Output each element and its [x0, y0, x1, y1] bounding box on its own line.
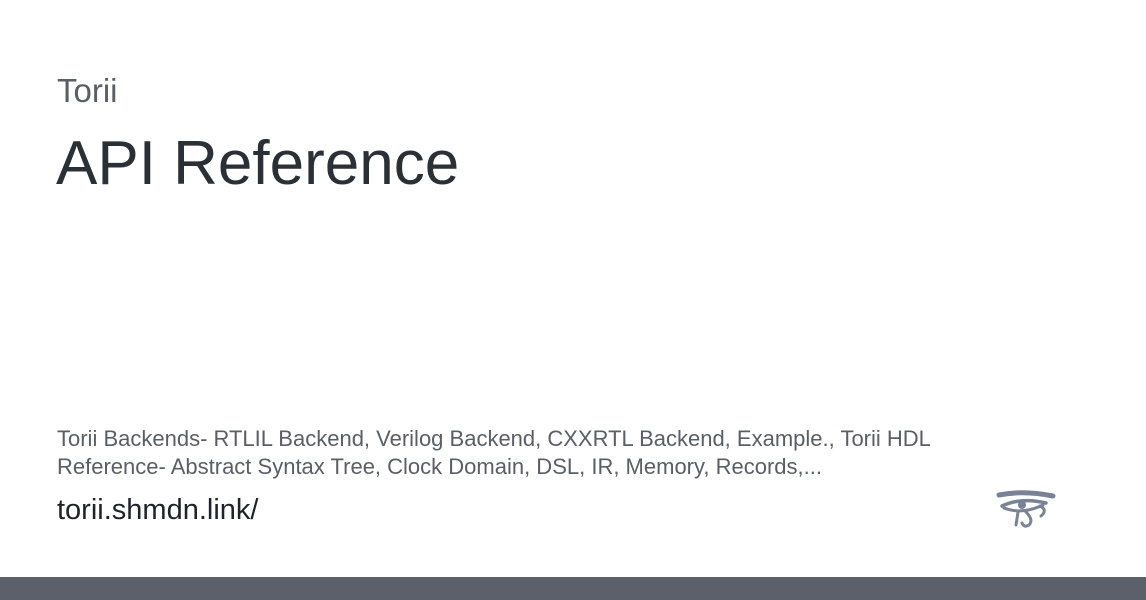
page-title: API Reference [56, 129, 460, 198]
eye-of-horus-icon [996, 488, 1056, 532]
site-name: Torii [57, 72, 118, 109]
page-description: Torii Backends- RTLIL Backend, Verilog B… [57, 426, 931, 479]
link-preview-card: Torii API Reference Torii Backends- RTLI… [0, 0, 1146, 577]
site-url-link[interactable]: torii.shmdn.link/ [57, 491, 258, 529]
bottom-bar [0, 577, 1146, 600]
